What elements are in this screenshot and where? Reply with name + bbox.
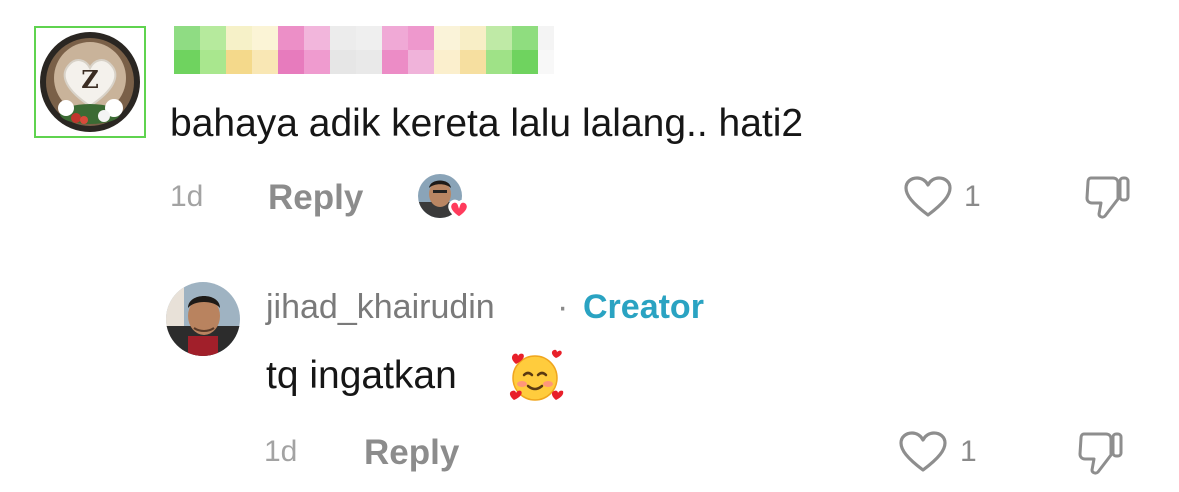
reply-username[interactable]: jihad_khairudin bbox=[266, 288, 495, 327]
avatar-letter: Z bbox=[81, 65, 99, 94]
creator-liked-indicator bbox=[416, 172, 476, 224]
reply-button[interactable]: Reply bbox=[268, 178, 363, 218]
comment-text: bahaya adik kereta lalu lalang.. hati2 bbox=[170, 102, 804, 145]
reply-to-reply-button[interactable]: Reply bbox=[364, 433, 459, 473]
username-separator: · bbox=[557, 288, 569, 326]
comment-timestamp: 1d bbox=[170, 180, 204, 213]
dislike-thumb-icon[interactable] bbox=[1083, 172, 1133, 222]
smiling-face-with-hearts-icon bbox=[506, 348, 564, 404]
reply-dislike-thumb-icon[interactable] bbox=[1076, 428, 1126, 478]
reply-text: tq ingatkan bbox=[266, 354, 457, 397]
creator-badge: Creator bbox=[583, 288, 704, 326]
creator-liked-avatar bbox=[418, 174, 470, 220]
reply-timestamp: 1d bbox=[264, 435, 298, 468]
pixelated-username[interactable] bbox=[174, 26, 554, 74]
reply-like-heart-icon[interactable] bbox=[897, 430, 949, 474]
commenter-avatar[interactable]: Z bbox=[34, 26, 146, 138]
creator-avatar[interactable] bbox=[166, 282, 240, 356]
like-count: 1 bbox=[964, 180, 981, 213]
like-heart-icon[interactable] bbox=[902, 175, 954, 219]
reply-like-count: 1 bbox=[960, 435, 977, 468]
heart-icon bbox=[448, 199, 470, 220]
